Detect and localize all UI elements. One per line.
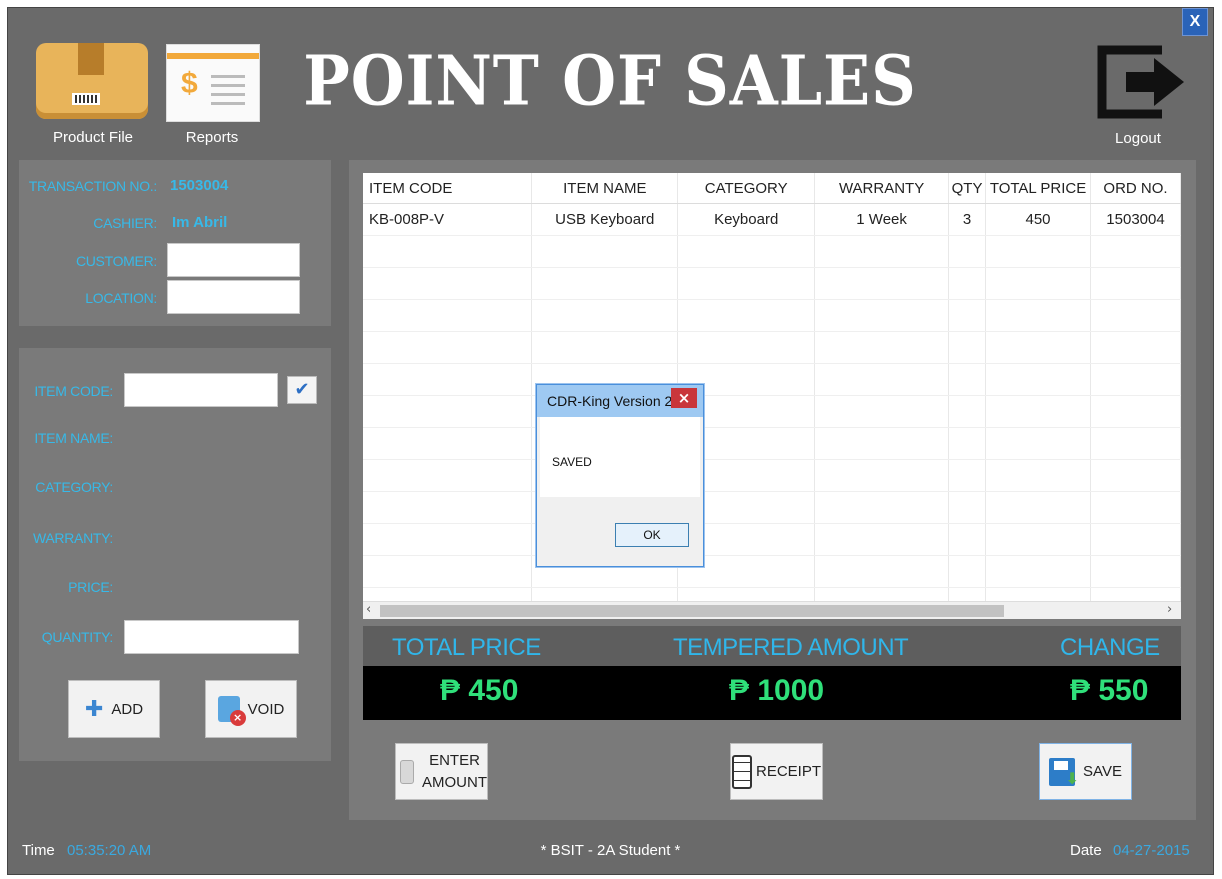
item-panel: ITEM CODE: ✔ ITEM NAME: CATEGORY: WARRAN… bbox=[19, 348, 331, 761]
summary-header-bar: TOTAL PRICE TEMPERED AMOUNT CHANGE bbox=[363, 626, 1181, 666]
save-disk-icon: ⬇ bbox=[1049, 757, 1079, 788]
column-header[interactable]: WARRANTY bbox=[814, 173, 950, 204]
dialog-body: SAVED bbox=[540, 417, 700, 497]
table-cell: 450 bbox=[985, 203, 1092, 236]
void-bag-icon: × bbox=[217, 696, 246, 726]
checkmark-icon: ✔ bbox=[294, 379, 310, 400]
table-cell: 1503004 bbox=[1090, 203, 1181, 236]
customer-label: CUSTOMER: bbox=[75, 253, 157, 269]
empty-row bbox=[363, 459, 1181, 492]
cash-register-icon bbox=[400, 759, 414, 784]
transaction-no-value: 1503004 bbox=[170, 177, 229, 194]
table-row[interactable]: KB-008P-V USB Keyboard Keyboard 1 Week 3… bbox=[363, 203, 1181, 236]
total-price-label: TOTAL PRICE bbox=[392, 634, 541, 661]
empty-row bbox=[363, 555, 1181, 588]
window-close-button[interactable]: X bbox=[1182, 8, 1208, 36]
dialog-ok-button[interactable]: OK bbox=[615, 523, 689, 547]
saved-dialog: CDR-King Version 2 × SAVED OK bbox=[536, 384, 704, 567]
table-cell: USB Keyboard bbox=[531, 203, 679, 236]
logout-label: Logout bbox=[1115, 130, 1161, 147]
column-header[interactable]: QTY bbox=[948, 173, 987, 204]
horizontal-scrollbar[interactable]: ‹ › bbox=[363, 601, 1181, 619]
date-value: 04-27-2015 bbox=[1113, 842, 1190, 859]
enter-amount-button[interactable]: ENTER AMOUNT bbox=[395, 743, 488, 800]
add-button[interactable]: ✚ ADD bbox=[68, 680, 160, 738]
add-label: ADD bbox=[111, 700, 144, 718]
transaction-panel: TRANSACTION NO.: 1503004 CASHIER: Im Abr… bbox=[19, 160, 331, 326]
quantity-field[interactable] bbox=[124, 620, 299, 654]
column-header[interactable]: CATEGORY bbox=[677, 173, 816, 204]
customer-field[interactable] bbox=[167, 243, 300, 277]
scrollbar-thumb[interactable] bbox=[380, 605, 1004, 617]
empty-row bbox=[363, 331, 1181, 364]
change-value: ₱ 550 bbox=[1070, 674, 1149, 707]
item-code-label: ITEM CODE: bbox=[34, 383, 113, 399]
column-header[interactable]: TOTAL PRICE bbox=[985, 173, 1092, 204]
footer-center-text: * BSIT - 2A Student * bbox=[540, 842, 681, 859]
page-title: POINT OF SALES bbox=[303, 40, 917, 121]
table-cell: 3 bbox=[948, 203, 987, 236]
empty-row bbox=[363, 267, 1181, 300]
save-button[interactable]: ⬇ SAVE bbox=[1039, 743, 1132, 800]
dialog-message: SAVED bbox=[552, 455, 592, 469]
location-field[interactable] bbox=[167, 280, 300, 314]
scroll-right-icon[interactable]: › bbox=[1167, 602, 1172, 617]
grid-header-row: ITEM CODE ITEM NAME CATEGORY WARRANTY QT… bbox=[363, 173, 1181, 204]
empty-row bbox=[363, 491, 1181, 524]
table-cell: KB-008P-V bbox=[363, 203, 533, 236]
reports-label: Reports bbox=[185, 129, 239, 146]
plus-icon: ✚ bbox=[84, 696, 104, 722]
items-grid[interactable]: ITEM CODE ITEM NAME CATEGORY WARRANTY QT… bbox=[363, 173, 1181, 619]
void-label: VOID bbox=[247, 700, 285, 718]
cashier-label: CASHIER: bbox=[93, 215, 157, 231]
tempered-amount-label: TEMPERED AMOUNT bbox=[673, 634, 909, 661]
column-header[interactable]: ITEM NAME bbox=[531, 173, 679, 204]
transaction-no-label: TRANSACTION NO.: bbox=[28, 178, 158, 194]
empty-row bbox=[363, 235, 1181, 268]
warranty-label: WARRANTY: bbox=[32, 530, 113, 546]
empty-row bbox=[363, 363, 1181, 396]
column-header[interactable]: ORD NO. bbox=[1090, 173, 1181, 204]
total-price-value: ₱ 450 bbox=[440, 674, 519, 707]
product-file-label: Product File bbox=[52, 129, 134, 146]
dialog-title: CDR-King Version 2 bbox=[547, 393, 673, 409]
receipt-icon bbox=[731, 754, 752, 789]
check-item-button[interactable]: ✔ bbox=[287, 376, 317, 404]
dialog-close-button[interactable]: × bbox=[671, 388, 697, 408]
empty-row bbox=[363, 523, 1181, 556]
table-cell: 1 Week bbox=[814, 203, 950, 236]
void-button[interactable]: × VOID bbox=[205, 680, 297, 738]
empty-row bbox=[363, 427, 1181, 460]
table-cell: Keyboard bbox=[677, 203, 816, 236]
logout-button[interactable]: Logout bbox=[1088, 40, 1188, 154]
summary-values-bar: ₱ 450 ₱ 1000 ₱ 550 bbox=[363, 666, 1181, 720]
item-name-label: ITEM NAME: bbox=[34, 430, 113, 446]
price-label: PRICE: bbox=[68, 579, 113, 595]
save-label: SAVE bbox=[1083, 763, 1122, 780]
column-header[interactable]: ITEM CODE bbox=[363, 173, 533, 204]
empty-row bbox=[363, 395, 1181, 428]
enter-amount-label: ENTER AMOUNT bbox=[422, 750, 487, 794]
date-label: Date bbox=[1070, 842, 1102, 859]
location-label: LOCATION: bbox=[85, 290, 157, 306]
receipt-button[interactable]: RECEIPT bbox=[730, 743, 823, 800]
tempered-amount-value: ₱ 1000 bbox=[729, 674, 825, 707]
cashier-value: Im Abril bbox=[172, 214, 228, 231]
receipt-label: RECEIPT bbox=[755, 763, 821, 780]
quantity-label: QUANTITY: bbox=[41, 629, 114, 645]
empty-row bbox=[363, 299, 1181, 332]
enter-amount-line1: ENTER bbox=[429, 751, 480, 769]
item-code-field[interactable] bbox=[124, 373, 278, 407]
logout-icon bbox=[1097, 45, 1184, 119]
pos-window: X Product File $ Reports POINT OF SALES … bbox=[8, 8, 1213, 874]
change-label: CHANGE bbox=[1060, 634, 1160, 661]
category-label: CATEGORY: bbox=[35, 479, 113, 495]
scroll-left-icon[interactable]: ‹ bbox=[366, 602, 371, 617]
dialog-titlebar[interactable]: CDR-King Version 2 × bbox=[537, 385, 703, 417]
enter-amount-line2: AMOUNT bbox=[422, 773, 487, 791]
